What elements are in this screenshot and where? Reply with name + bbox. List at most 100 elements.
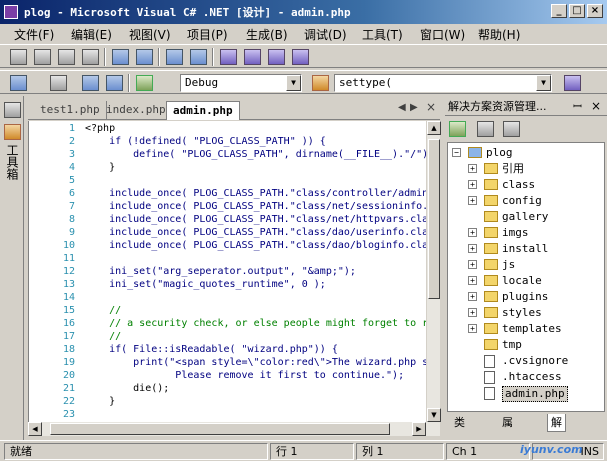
scroll-thumb[interactable] [428,139,440,299]
code-line[interactable]: ini_set("arg_seperator.output", "&amp;")… [85,266,356,278]
new-project-icon[interactable] [10,75,27,91]
tree-item[interactable]: gallery [448,209,604,225]
expand-icon[interactable]: + [468,276,477,285]
expand-icon[interactable]: + [468,180,477,189]
expand-icon[interactable]: + [468,308,477,317]
close-button[interactable]: × [587,4,603,18]
tree-item[interactable]: + templates [448,321,604,337]
bookmark-clear-icon[interactable] [292,49,309,65]
solution-tab[interactable]: 解 [547,414,566,432]
bookmark-prev-icon[interactable] [244,49,261,65]
expand-icon[interactable]: + [468,164,477,173]
expand-icon[interactable]: + [468,244,477,253]
bookmark-toggle-icon[interactable] [220,49,237,65]
font-small-icon[interactable] [58,49,75,65]
tab-test1[interactable]: test1.php [34,101,107,120]
close-icon[interactable]: × [591,98,601,115]
code-line[interactable]: } [85,396,115,408]
code-line[interactable]: if (!defined( "PLOG_CLASS_PATH" )) { [85,136,326,148]
toolbox-label[interactable]: 工具箱 [5,144,19,180]
save-icon[interactable] [82,75,99,91]
code-line[interactable]: // a security check, or else people migh… [85,318,426,330]
tree-item[interactable]: + locale [448,273,604,289]
show-all-files-icon[interactable] [477,121,494,137]
tree-item[interactable]: admin.php [448,385,604,402]
code-line[interactable]: include_once( PLOG_CLASS_PATH."class/dao… [85,240,426,252]
code-line[interactable]: include_once( PLOG_CLASS_PATH."class/net… [85,201,426,213]
tree-item[interactable]: + plugins [448,289,604,305]
code-line[interactable]: if( File::isReadable( "wizard.php")) { [85,344,338,356]
menu-edit[interactable]: 编辑(E) [71,26,112,43]
menu-file[interactable]: 文件(F) [14,26,54,43]
scroll-right-icon[interactable]: ▶ [412,422,426,436]
tab-scroll-left-icon[interactable]: ◀ [398,102,406,113]
expand-icon[interactable]: + [468,324,477,333]
collapse-icon[interactable]: − [452,148,461,157]
save-all-icon[interactable] [106,75,123,91]
scroll-up-icon[interactable]: ▲ [427,121,441,135]
tab-scroll-right-icon[interactable]: ▶ [410,102,418,113]
toolbox-icon[interactable] [4,124,21,140]
toolbox-strip[interactable]: 工具箱 [0,96,24,440]
font-size-down-icon[interactable] [34,49,51,65]
menu-view[interactable]: 视图(V) [129,26,171,43]
uncomment-icon[interactable] [190,49,207,65]
code-line[interactable]: ini_set("magic_quotes_runtime", 0 ); [85,279,326,291]
expand-icon[interactable]: + [468,292,477,301]
code-line[interactable]: die(); [85,383,169,395]
code-editor[interactable]: 1 2 3 4 5 6 7 8 9 10 11 12 13 14 15 16 17 18 19 20 21 22 23 <?… [28,121,426,422]
expand-icon[interactable]: + [468,260,477,269]
code-line[interactable]: <?php [85,123,115,135]
expand-icon[interactable]: + [468,228,477,237]
tab-admin[interactable]: admin.php [166,101,240,120]
expand-icon[interactable]: + [468,196,477,205]
tree-item[interactable]: + 引用 [448,161,604,177]
menu-project[interactable]: 项目(P) [187,26,228,43]
menu-build[interactable]: 生成(B) [246,26,288,43]
refresh-icon[interactable] [449,121,466,137]
editor-horizontal-scrollbar[interactable]: ◀ ▶ [28,422,440,436]
find-combo[interactable]: settype( ▼ [334,74,552,92]
code-line[interactable]: include_once( PLOG_CLASS_PATH."class/dao… [85,227,426,239]
property-tab[interactable]: 属 [499,414,516,432]
tree-item[interactable]: − plog [448,145,604,161]
menu-help[interactable]: 帮助(H) [478,26,520,43]
code-line[interactable]: // [85,305,121,317]
code-line[interactable]: } [85,162,115,174]
tree-item[interactable]: tmp [448,337,604,353]
outdent-icon[interactable] [112,49,129,65]
tab-index[interactable]: index.php [100,101,173,120]
menu-debug[interactable]: 调试(D) [304,26,347,43]
tree-item[interactable]: + js [448,257,604,273]
properties-icon[interactable] [503,121,520,137]
server-explorer-icon[interactable] [4,102,21,118]
indent-icon[interactable] [136,49,153,65]
tree-item[interactable]: .cvsignore [448,353,604,369]
bookmark-next-icon[interactable] [268,49,285,65]
code-line[interactable]: include_once( PLOG_CLASS_PATH."class/con… [85,188,426,200]
tree-item[interactable]: + install [448,241,604,257]
scroll-left-icon[interactable]: ◀ [28,422,42,436]
find-in-files-icon[interactable] [312,75,329,91]
menu-window[interactable]: 窗口(W) [420,26,465,43]
start-debug-icon[interactable] [136,75,153,91]
chevron-down-icon[interactable]: ▼ [536,75,551,91]
tree-item[interactable]: .htaccess [448,369,604,385]
solution-tree[interactable]: − plog + 引用 + class + config gallery + imgs + instal… [447,142,605,412]
code-line[interactable]: // [85,331,121,343]
tree-item[interactable]: + styles [448,305,604,321]
minimize-button[interactable]: _ [551,4,567,18]
comment-icon[interactable] [166,49,183,65]
font-size-up-icon[interactable] [10,49,27,65]
code-line[interactable]: define( "PLOG_CLASS_PATH", dirname(__FIL… [85,149,426,161]
configuration-select[interactable]: Debug ▼ [180,74,302,92]
scroll-down-icon[interactable]: ▼ [427,408,441,422]
tree-item[interactable]: + config [448,193,604,209]
code-line[interactable]: print("<span style=\"color:red\">The wiz… [85,357,426,369]
pin-icon[interactable]: ꟷ [573,98,582,115]
tab-close-icon[interactable]: × [426,100,436,114]
tree-item[interactable]: + class [448,177,604,193]
maximize-button[interactable]: □ [569,4,585,18]
class-view-tab[interactable]: 类 [451,414,468,432]
chevron-down-icon[interactable]: ▼ [286,75,301,91]
